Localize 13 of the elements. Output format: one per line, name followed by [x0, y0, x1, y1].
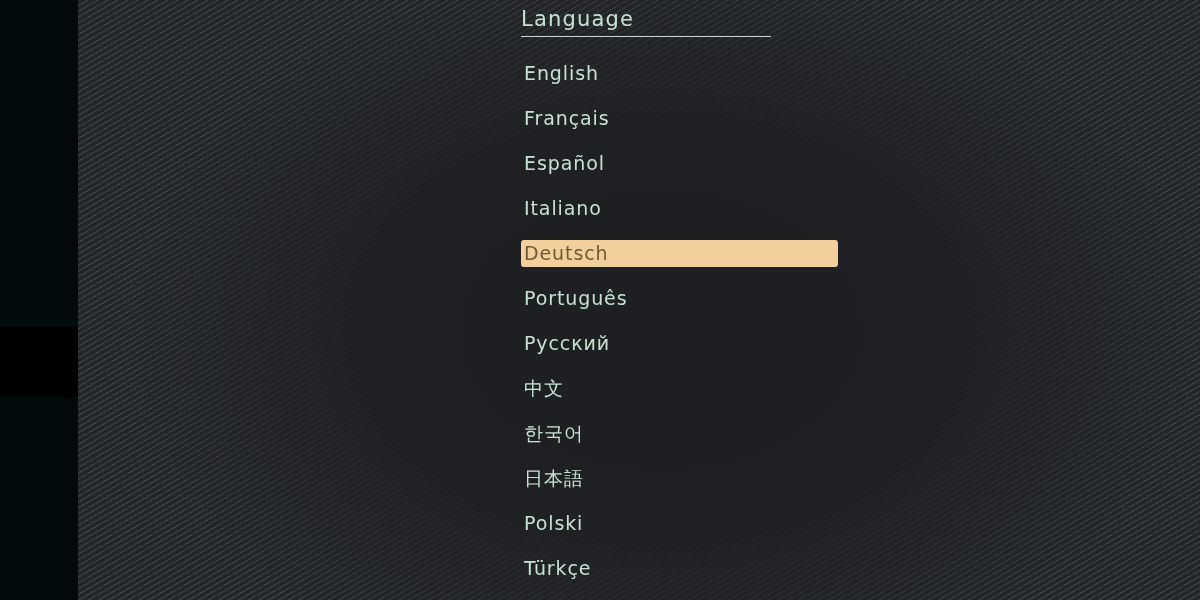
language-option[interactable]: Español	[521, 150, 838, 177]
language-option[interactable]: 한국어	[521, 420, 838, 447]
language-option[interactable]: Français	[521, 105, 838, 132]
language-option[interactable]: Türkçe	[521, 555, 838, 582]
language-option[interactable]: Polski	[521, 510, 838, 537]
language-heading: Language	[521, 0, 771, 37]
language-option[interactable]: Italiano	[521, 195, 838, 222]
language-option[interactable]: 中文	[521, 375, 838, 402]
language-option[interactable]: Deutsch	[521, 240, 838, 267]
language-option[interactable]: 日本語	[521, 465, 838, 492]
language-option[interactable]: Português	[521, 285, 838, 312]
language-option[interactable]: Русский	[521, 330, 838, 357]
language-option[interactable]: English	[521, 60, 838, 87]
